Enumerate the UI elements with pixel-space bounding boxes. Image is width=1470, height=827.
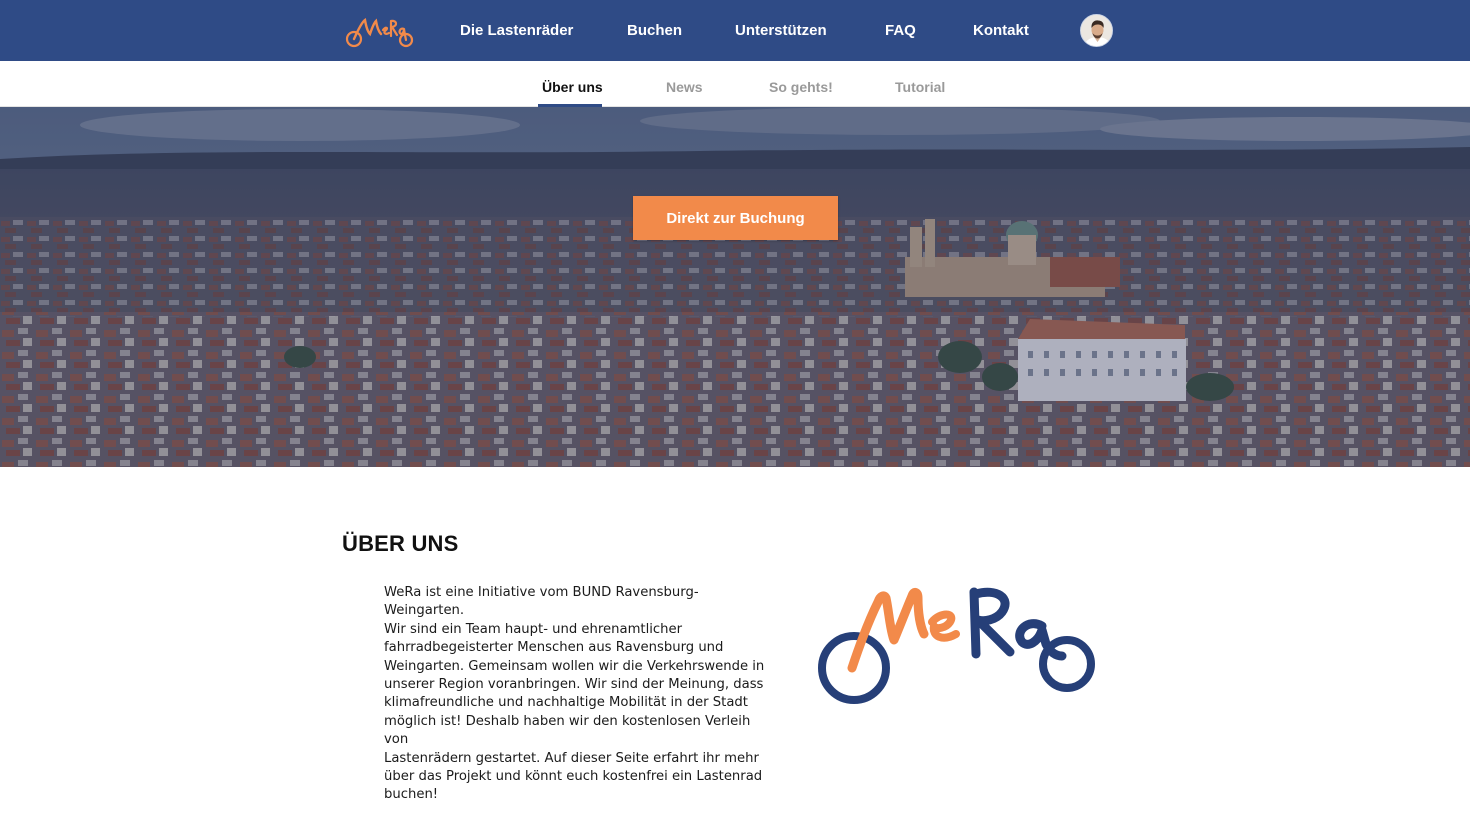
top-navigation-bar: Die Lastenräder Buchen Unterstützen FAQ … [0, 0, 1470, 61]
about-text-line: klimafreundliche und nachhaltige Mobilit… [384, 695, 748, 711]
user-avatar-icon[interactable] [1080, 14, 1113, 47]
wera-logo-small[interactable] [344, 12, 416, 50]
about-text-line: unserer Region voranbringen. Wir sind de… [384, 677, 764, 693]
nav-die-lastenraeder[interactable]: Die Lastenräder [460, 20, 573, 42]
hero-banner: Direkt zur Buchung [0, 107, 1470, 467]
direkt-zur-buchung-button[interactable]: Direkt zur Buchung [633, 196, 838, 240]
about-text-line: über das Projekt und könnt euch kostenfr… [384, 769, 763, 785]
wera-logo-large [818, 587, 1095, 704]
about-text-line: buchen! [384, 787, 439, 803]
city-aerial-image [0, 107, 1470, 467]
nav-buchen[interactable]: Buchen [627, 20, 682, 42]
about-text-line: Wir sind ein Team haupt- und ehrenamtlic… [384, 621, 683, 637]
about-text-line: fahrradbegeisterter Menschen aus Ravensb… [384, 640, 724, 656]
tab-ueber-uns[interactable]: Über uns [542, 77, 603, 97]
about-text: WeRa ist eine Initiative vom BUND Ravens… [384, 584, 776, 805]
about-text-line: WeRa ist eine Initiative vom BUND Ravens… [384, 585, 699, 619]
about-text-line: Weingarten. Gemeinsam wollen wir die Ver… [384, 658, 765, 674]
about-text-line: möglich ist! Deshalb haben wir den koste… [384, 713, 751, 748]
tab-so-gehts[interactable]: So gehts! [769, 77, 833, 97]
nav-unterstuetzen[interactable]: Unterstützen [735, 20, 827, 42]
about-text-line: Lastenrädern gestartet. Auf dieser Seite… [384, 750, 759, 766]
tab-tutorial[interactable]: Tutorial [895, 77, 945, 97]
nav-faq[interactable]: FAQ [885, 20, 916, 42]
sub-navigation: Über uns News So gehts! Tutorial [0, 61, 1470, 107]
about-title: ÜBER UNS [342, 531, 459, 556]
nav-kontakt[interactable]: Kontakt [973, 20, 1029, 42]
tab-news[interactable]: News [666, 77, 703, 97]
